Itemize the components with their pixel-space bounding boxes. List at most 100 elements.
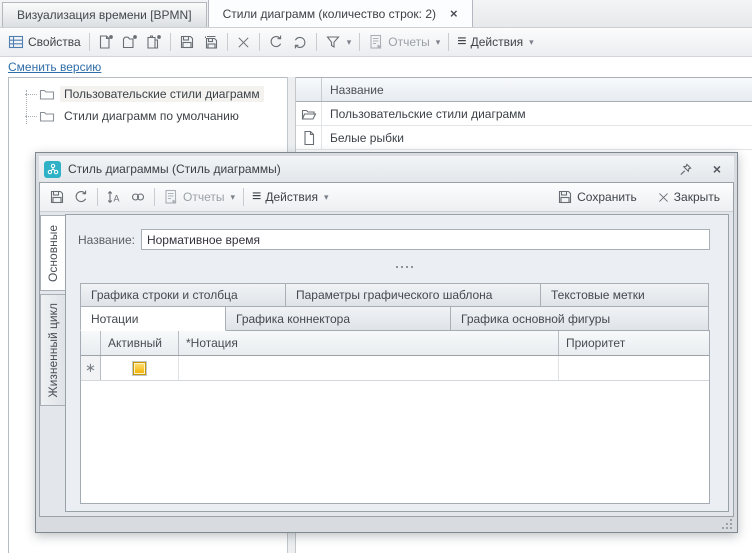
- toolbar-separator: [316, 33, 317, 51]
- dialog-actions-button[interactable]: ≡ Действия ▾: [249, 188, 331, 206]
- toolbar-separator: [243, 188, 244, 206]
- table-row[interactable]: Белые рыбки: [296, 126, 752, 150]
- new-item-icon: [98, 34, 114, 50]
- tab-label: Графика коннектора: [236, 312, 350, 326]
- toolbar-separator: [359, 33, 360, 51]
- toolbar-separator: [154, 188, 155, 206]
- panel-expander[interactable]: [66, 250, 728, 283]
- dialog-toolbar: Отчеты ▾ ≡ Действия ▾ Сохранить Закрыть: [40, 183, 733, 212]
- new-item-button[interactable]: [95, 32, 117, 52]
- grid-cell-priority[interactable]: [559, 356, 709, 380]
- icon-column-header: [296, 78, 322, 101]
- column-header-priority[interactable]: Приоритет: [559, 331, 709, 355]
- name-field-label: Название:: [78, 233, 135, 247]
- tab-time-visualization[interactable]: Визуализация времени [BPMN]: [2, 2, 207, 27]
- properties-button[interactable]: Свойства: [5, 32, 84, 52]
- tab-connector-graphics[interactable]: Графика коннектора: [225, 306, 451, 331]
- tab-label: Нотации: [91, 312, 138, 326]
- side-tab-lifecycle[interactable]: Жизненный цикл: [40, 294, 65, 406]
- tab-template-params[interactable]: Параметры графического шаблона: [285, 283, 541, 307]
- refresh-all-button[interactable]: [289, 32, 311, 52]
- toolbar-separator: [448, 33, 449, 51]
- tab-diagram-styles[interactable]: Стили диаграмм (количество строк: 2) ×: [208, 0, 473, 27]
- refresh-icon: [73, 189, 89, 205]
- document-tabbar: Визуализация времени [BPMN] Стили диагра…: [0, 0, 752, 28]
- name-column-header[interactable]: Название: [322, 83, 384, 97]
- version-row: Сменить версию: [0, 57, 752, 77]
- save-button[interactable]: [176, 32, 198, 52]
- report-icon: [368, 34, 384, 50]
- folder-icon: [39, 86, 55, 102]
- save-all-button[interactable]: [200, 32, 222, 52]
- delete-icon: [236, 35, 251, 50]
- grid-cell-notation[interactable]: [179, 356, 559, 380]
- reports-label: Отчеты: [388, 35, 429, 49]
- dialog-refresh-button[interactable]: [70, 187, 92, 207]
- side-tab-label: Основные: [46, 225, 60, 282]
- refresh-button[interactable]: [265, 32, 287, 52]
- dialog-close-icon[interactable]: ×: [713, 161, 721, 177]
- tab-label: Стили диаграмм (количество строк: 2): [223, 7, 436, 21]
- table-row[interactable]: Пользовательские стили диаграмм: [296, 102, 752, 126]
- paste-special-icon: [146, 34, 162, 50]
- dropdown-arrow-icon: ▾: [347, 37, 352, 48]
- table-header-row: Название: [296, 77, 752, 102]
- dropdown-arrow-icon: ▾: [529, 37, 534, 48]
- dialog-save-button[interactable]: Сохранить: [554, 187, 640, 207]
- tree-item-user-styles[interactable]: Пользовательские стили диаграмм: [9, 83, 287, 105]
- new-folder-button[interactable]: [119, 32, 141, 52]
- diagram-style-icon: [44, 161, 61, 178]
- paste-special-button[interactable]: [143, 32, 165, 52]
- document-icon: [301, 130, 317, 146]
- dialog-body-frame: Отчеты ▾ ≡ Действия ▾ Сохранить Закрыть: [39, 182, 734, 517]
- tab-row-column-graphics[interactable]: Графика строки и столбца: [80, 283, 286, 307]
- dialog-body: Основные Жизненный цикл Название: График…: [40, 212, 733, 516]
- column-header-notation[interactable]: *Нотация: [179, 331, 559, 355]
- dialog-close-button[interactable]: Закрыть: [654, 188, 723, 206]
- dropdown-arrow-icon: ▾: [324, 192, 329, 203]
- refresh-icon: [268, 34, 284, 50]
- link-button[interactable]: [127, 187, 149, 207]
- dialog-tab-strips: Графика строки и столбца Параметры графи…: [80, 283, 710, 331]
- diagram-style-dialog: Стиль диаграммы (Стиль диаграммы) × Отче…: [35, 152, 738, 533]
- actions-button[interactable]: ≡ Действия ▾: [454, 33, 536, 51]
- toolbar-separator: [259, 33, 260, 51]
- side-tab-general[interactable]: Основные: [40, 215, 65, 291]
- row-indicator-header: [81, 331, 101, 355]
- actions-label: Действия: [265, 190, 318, 204]
- tree-item-label: Пользовательские стили диаграмм: [60, 86, 264, 102]
- reports-label: Отчеты: [183, 190, 224, 204]
- column-header-active[interactable]: Активный: [101, 331, 179, 355]
- save-label: Сохранить: [577, 190, 637, 204]
- resize-grip[interactable]: [722, 519, 733, 530]
- save-icon: [557, 189, 573, 205]
- pin-icon[interactable]: [678, 162, 693, 177]
- auto-height-button[interactable]: [103, 187, 125, 207]
- tab-main-figure-graphics[interactable]: Графика основной фигуры: [450, 306, 709, 331]
- toolbar-separator: [227, 33, 228, 51]
- tree-item-label: Стили диаграмм по умолчанию: [60, 108, 243, 124]
- tab-notations[interactable]: Нотации: [80, 306, 226, 331]
- tab-close-icon[interactable]: ×: [450, 6, 458, 21]
- grid-header-row: Активный *Нотация Приоритет: [81, 331, 709, 356]
- reports-button[interactable]: Отчеты ▾: [365, 32, 443, 52]
- notations-grid: Активный *Нотация Приоритет ∗: [80, 330, 710, 504]
- dialog-save-icon-button[interactable]: [46, 187, 68, 207]
- dialog-titlebar[interactable]: Стиль диаграммы (Стиль диаграммы) ×: [39, 156, 734, 182]
- grid-new-row[interactable]: ∗: [81, 356, 709, 381]
- row-height-icon: [106, 189, 122, 205]
- toolbar-separator: [170, 33, 171, 51]
- delete-button[interactable]: [233, 33, 254, 52]
- tree-item-default-styles[interactable]: Стили диаграмм по умолчанию: [9, 105, 287, 127]
- change-version-link[interactable]: Сменить версию: [8, 60, 101, 74]
- report-icon: [163, 189, 179, 205]
- name-input[interactable]: [141, 229, 710, 250]
- dialog-side-tabs: Основные Жизненный цикл: [40, 212, 65, 516]
- hamburger-icon: ≡: [252, 190, 261, 204]
- hamburger-icon: ≡: [457, 35, 466, 49]
- dialog-content-panel: Название: Графика строки и столбца Парам…: [65, 214, 729, 512]
- active-checkbox[interactable]: [133, 362, 146, 375]
- filter-button[interactable]: ▾: [322, 32, 355, 52]
- dialog-reports-button[interactable]: Отчеты ▾: [160, 187, 238, 207]
- tab-text-labels[interactable]: Текстовые метки: [540, 283, 709, 307]
